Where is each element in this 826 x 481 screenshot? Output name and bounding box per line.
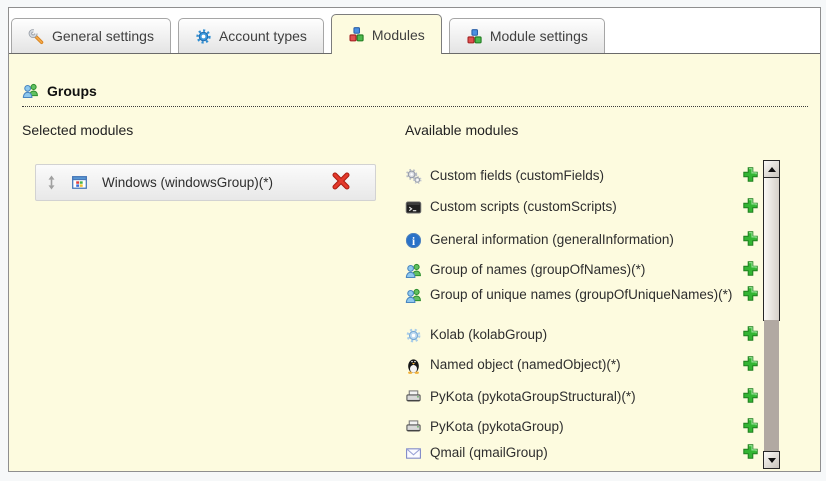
remove-module-button[interactable]: [331, 171, 351, 194]
section-header-groups: Groups: [22, 82, 808, 107]
scroll-track[interactable]: [764, 320, 779, 451]
available-module-row: Qmail (qmailGroup): [405, 443, 759, 463]
available-module-row: PyKota (pykotaGroup): [405, 417, 759, 437]
scroll-down-button[interactable]: [763, 451, 780, 469]
tab-bar: General settings Account types Modules: [9, 8, 820, 54]
module-label: PyKota (pykotaGroup): [430, 419, 564, 435]
add-module-button[interactable]: [742, 197, 759, 217]
scroll-up-button[interactable]: [763, 160, 780, 178]
module-label: Windows (windowsGroup)(*): [102, 175, 331, 190]
modules-icon: [348, 26, 365, 43]
available-module-row: PyKota (pykotaGroupStructural)(*): [405, 387, 759, 407]
module-label: Custom fields (customFields): [430, 168, 604, 184]
tux-icon: [405, 357, 422, 374]
settings-panel: General settings Account types Modules: [8, 7, 821, 472]
add-module-button[interactable]: [742, 166, 759, 186]
add-module-button[interactable]: [742, 355, 759, 375]
windows-icon: [71, 174, 88, 191]
module-label: Qmail (qmailGroup): [430, 445, 548, 461]
tab-label: Account types: [219, 28, 307, 44]
plus-icon: [742, 387, 759, 407]
module-label: Group of unique names (groupOfUniqueName…: [430, 287, 732, 303]
svg-text:i: i: [412, 235, 415, 247]
available-modules-heading: Available modules: [405, 122, 518, 138]
groups-icon: [405, 262, 422, 279]
modules-tab-content: Groups Selected modules Available module…: [9, 54, 820, 471]
delete-icon: [331, 171, 351, 194]
module-label: Kolab (kolabGroup): [430, 327, 547, 343]
available-module-row: Custom scripts (customScripts): [405, 197, 759, 217]
module-label: Custom scripts (customScripts): [430, 199, 617, 215]
selected-module-row: Windows (windowsGroup)(*): [35, 164, 376, 201]
add-module-button[interactable]: [742, 260, 759, 280]
scroll-thumb[interactable]: [763, 177, 780, 321]
modules-icon: [466, 28, 483, 45]
available-modules-scrollbar[interactable]: [763, 160, 780, 469]
add-module-button[interactable]: [742, 387, 759, 407]
available-module-row: Group of unique names (groupOfUniqueName…: [405, 285, 759, 305]
add-module-button[interactable]: [742, 443, 759, 463]
printer-icon: [405, 419, 422, 436]
section-title: Groups: [47, 83, 97, 99]
printer-icon: [405, 389, 422, 406]
tab-general-settings[interactable]: General settings: [11, 18, 171, 53]
plus-icon: [742, 417, 759, 437]
selected-modules-heading: Selected modules: [22, 122, 133, 138]
terminal-icon: [405, 199, 422, 216]
wrench-icon: [28, 28, 45, 45]
gears-icon: [405, 168, 422, 185]
triangle-up-icon: [768, 167, 776, 172]
plus-icon: [742, 355, 759, 375]
plus-icon: [742, 285, 759, 305]
plus-icon: [742, 197, 759, 217]
add-module-button[interactable]: [742, 230, 759, 250]
kolab-gear-icon: [405, 327, 422, 344]
triangle-down-icon: [768, 458, 776, 463]
plus-icon: [742, 325, 759, 345]
tab-label: Module settings: [490, 28, 588, 44]
available-module-row: i General information (generalInformation…: [405, 230, 759, 250]
mail-icon: [405, 445, 422, 462]
available-module-row: Custom fields (customFields): [405, 166, 759, 186]
drag-handle-icon[interactable]: [47, 175, 56, 190]
gear-icon: [195, 28, 212, 45]
add-module-button[interactable]: [742, 325, 759, 345]
tab-label: General settings: [52, 28, 154, 44]
module-label: PyKota (pykotaGroupStructural)(*): [430, 389, 636, 405]
module-label: Named object (namedObject)(*): [430, 357, 621, 373]
plus-icon: [742, 230, 759, 250]
add-module-button[interactable]: [742, 285, 759, 305]
tab-module-settings[interactable]: Module settings: [449, 18, 605, 53]
plus-icon: [742, 443, 759, 463]
plus-icon: [742, 260, 759, 280]
groups-icon: [22, 82, 39, 99]
available-module-row: Named object (namedObject)(*): [405, 355, 759, 375]
available-module-row: Group of names (groupOfNames)(*): [405, 260, 759, 280]
add-module-button[interactable]: [742, 417, 759, 437]
module-label: Group of names (groupOfNames)(*): [430, 262, 645, 278]
info-icon: i: [405, 232, 422, 249]
available-module-row: Kolab (kolabGroup): [405, 325, 759, 345]
tab-modules[interactable]: Modules: [331, 14, 442, 54]
plus-icon: [742, 166, 759, 186]
tab-account-types[interactable]: Account types: [178, 18, 324, 53]
module-label: General information (generalInformation): [430, 232, 674, 248]
tab-label: Modules: [372, 27, 425, 43]
groups-icon: [405, 287, 422, 304]
